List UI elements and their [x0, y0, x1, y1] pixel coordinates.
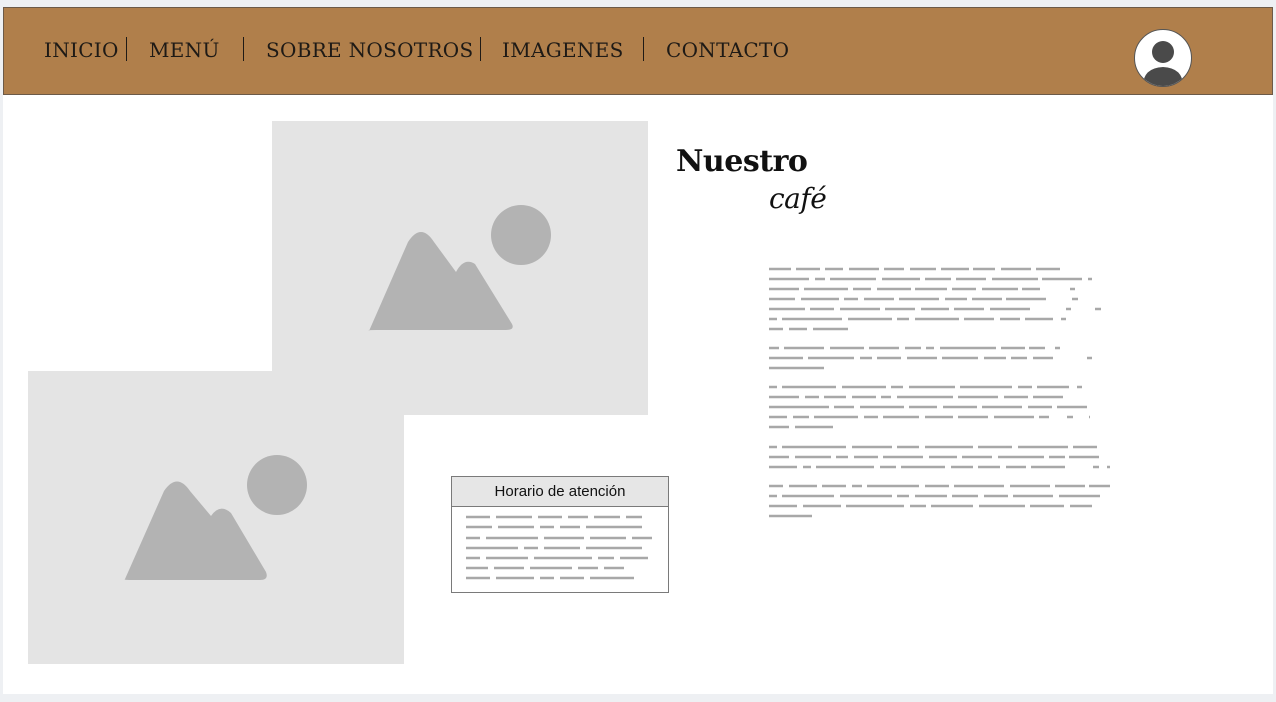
image-placeholder — [28, 371, 404, 664]
top-navbar: INICIO MENÚ SOBRE NOSOTROS IMAGENES CONT… — [3, 7, 1273, 95]
user-avatar-icon[interactable] — [1134, 29, 1192, 87]
nav-item-imagenes[interactable]: IMAGENES — [502, 38, 624, 62]
hours-text-placeholder — [466, 515, 652, 580]
hero-title-line2: café — [769, 182, 827, 215]
hero-title-line1: Nuestro — [676, 144, 808, 179]
image-placeholder-icon — [124, 455, 307, 580]
text-placeholder-block — [769, 267, 1110, 518]
hours-box: Horario de atención — [451, 476, 669, 593]
nav-item-sobre-nosotros[interactable]: SOBRE NOSOTROS — [266, 38, 474, 62]
nav-item-menu[interactable]: MENÚ — [149, 38, 220, 62]
nav-item-contacto[interactable]: CONTACTO — [666, 38, 789, 62]
hours-title: Horario de atención — [452, 477, 668, 507]
nav-separator — [643, 37, 644, 61]
nav-separator — [480, 37, 481, 61]
nav-item-inicio[interactable]: INICIO — [44, 38, 119, 62]
nav-separator — [126, 37, 127, 61]
nav-separator — [243, 37, 244, 61]
